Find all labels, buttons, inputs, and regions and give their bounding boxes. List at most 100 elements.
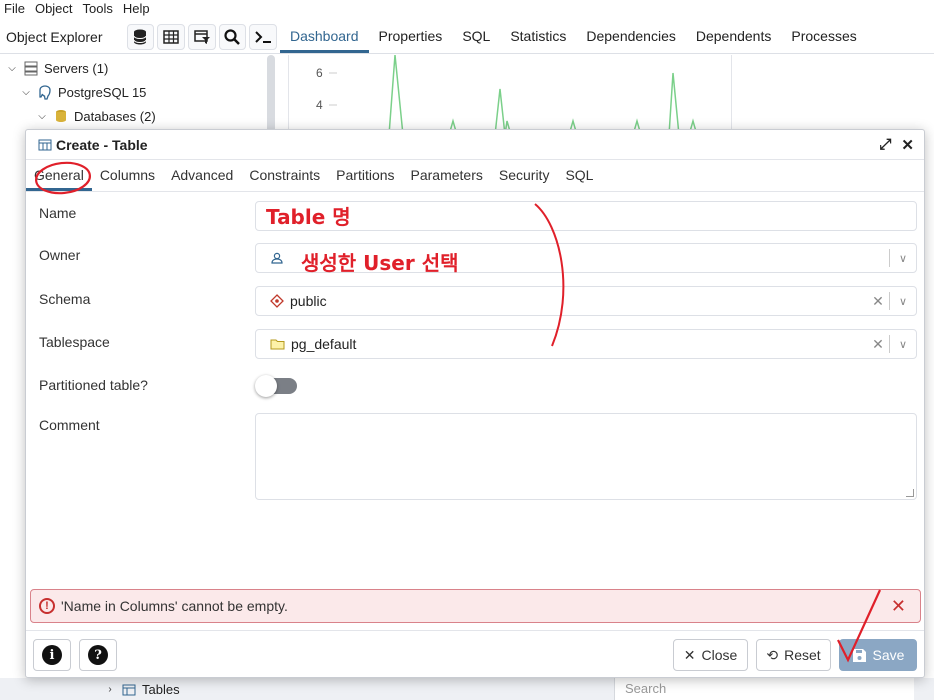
chevron-right-icon[interactable]: › bbox=[104, 684, 116, 695]
dialog-footer: i ? ✕ Close ⟲ Reset Save bbox=[26, 630, 924, 677]
reset-label: Reset bbox=[784, 647, 821, 663]
error-text: 'Name in Columns' cannot be empty. bbox=[61, 598, 288, 614]
y-tick-6: 6 bbox=[316, 66, 323, 80]
info-button[interactable]: i bbox=[33, 639, 71, 671]
user-icon bbox=[271, 252, 283, 264]
chevron-down-icon[interactable]: ⌵ bbox=[36, 111, 48, 122]
folder-icon bbox=[270, 339, 285, 350]
bottom-search-input[interactable]: Search bbox=[614, 678, 914, 700]
reset-icon: ⟲ bbox=[766, 646, 779, 663]
view-data-button[interactable] bbox=[157, 23, 185, 50]
tab-security[interactable]: Security bbox=[491, 161, 558, 191]
chevron-down-icon[interactable]: ∨ bbox=[890, 295, 916, 308]
database-icon bbox=[133, 29, 147, 44]
reset-button[interactable]: ⟲ Reset bbox=[756, 639, 831, 671]
tablespace-label: Tablespace bbox=[39, 334, 110, 350]
tree-label: PostgreSQL 15 bbox=[58, 84, 147, 100]
schema-icon bbox=[270, 294, 284, 308]
tablespace-select[interactable]: pg_default ✕ ∨ bbox=[255, 329, 917, 359]
save-label: Save bbox=[872, 647, 905, 663]
error-message: ! 'Name in Columns' cannot be empty. ✕ bbox=[30, 589, 921, 623]
partitioned-toggle[interactable] bbox=[255, 375, 297, 397]
tab-statistics[interactable]: Statistics bbox=[500, 20, 576, 53]
help-button[interactable]: ? bbox=[79, 639, 117, 671]
floppy-disk-icon bbox=[852, 648, 866, 662]
dialog-header[interactable]: Create - Table ⤢ ✕ bbox=[26, 130, 924, 160]
partitioned-label: Partitioned table? bbox=[39, 377, 148, 393]
chevron-down-icon[interactable]: ∨ bbox=[890, 252, 916, 265]
tab-properties[interactable]: Properties bbox=[369, 20, 453, 53]
chevron-down-icon[interactable]: ⌵ bbox=[20, 87, 32, 98]
dismiss-error-icon[interactable]: ✕ bbox=[891, 596, 906, 617]
error-icon: ! bbox=[39, 598, 55, 614]
search-objects-button[interactable] bbox=[218, 23, 247, 50]
servers-icon bbox=[24, 61, 38, 76]
tree-item-server[interactable]: ⌵ PostgreSQL 15 bbox=[20, 81, 146, 103]
info-icon: i bbox=[42, 645, 62, 665]
schema-select[interactable]: public ✕ ∨ bbox=[255, 286, 917, 316]
comment-label: Comment bbox=[39, 417, 100, 433]
owner-label: Owner bbox=[39, 247, 81, 263]
close-x-icon: ✕ bbox=[683, 646, 696, 663]
menubar: File Object Tools Help bbox=[0, 0, 934, 18]
name-label: Name bbox=[39, 205, 77, 221]
table-icon bbox=[38, 139, 52, 150]
tab-processes[interactable]: Processes bbox=[781, 20, 866, 53]
tablespace-value: pg_default bbox=[291, 336, 357, 352]
menu-tools[interactable]: Tools bbox=[83, 0, 113, 18]
query-tool-button[interactable] bbox=[126, 23, 155, 50]
search-icon bbox=[224, 28, 241, 45]
filter-icon bbox=[194, 29, 210, 44]
tree-label: Servers (1) bbox=[44, 60, 109, 76]
help-icon: ? bbox=[88, 645, 108, 665]
tree-item-tables[interactable]: › Tables bbox=[104, 682, 180, 697]
tree-label: Databases (2) bbox=[74, 108, 156, 124]
postgres-elephant-icon bbox=[39, 85, 51, 100]
comment-textarea[interactable] bbox=[255, 413, 917, 500]
databases-icon bbox=[56, 110, 66, 122]
schema-value: public bbox=[290, 293, 327, 309]
y-tick-4: 4 bbox=[316, 98, 323, 112]
menu-file[interactable]: File bbox=[4, 0, 25, 18]
maximize-icon[interactable]: ⤢ bbox=[879, 136, 891, 154]
close-icon[interactable]: ✕ bbox=[901, 136, 914, 154]
tree-item-databases[interactable]: ⌵ Databases (2) bbox=[36, 105, 156, 127]
tables-icon bbox=[122, 684, 136, 695]
owner-select[interactable]: ∨ bbox=[255, 243, 917, 273]
explorer-header: Object Explorer bbox=[0, 20, 280, 54]
tab-sql[interactable]: SQL bbox=[557, 161, 601, 191]
tab-general[interactable]: General bbox=[26, 161, 92, 191]
close-label: Close bbox=[701, 647, 738, 663]
name-field[interactable] bbox=[255, 201, 917, 231]
main-tabs: Dashboard Properties SQL Statistics Depe… bbox=[280, 20, 934, 54]
menu-help[interactable]: Help bbox=[123, 0, 150, 18]
tab-columns[interactable]: Columns bbox=[92, 161, 163, 191]
filter-rows-button[interactable] bbox=[187, 23, 216, 50]
dialog-title: Create - Table bbox=[56, 136, 148, 153]
save-button[interactable]: Save bbox=[839, 639, 917, 671]
chevron-down-icon[interactable]: ∨ bbox=[890, 338, 916, 351]
resize-handle[interactable] bbox=[906, 489, 914, 497]
psql-tool-button[interactable] bbox=[249, 23, 277, 50]
clear-icon[interactable]: ✕ bbox=[867, 336, 889, 353]
dialog-tabs: General Columns Advanced Constraints Par… bbox=[26, 161, 924, 192]
menu-object[interactable]: Object bbox=[35, 0, 73, 18]
tab-sql[interactable]: SQL bbox=[452, 20, 500, 53]
tab-partitions[interactable]: Partitions bbox=[328, 161, 402, 191]
tab-parameters[interactable]: Parameters bbox=[403, 161, 491, 191]
clear-icon[interactable]: ✕ bbox=[867, 293, 889, 310]
tab-dependents[interactable]: Dependents bbox=[686, 20, 782, 53]
toggle-knob bbox=[255, 375, 277, 397]
create-table-dialog: Create - Table ⤢ ✕ General Columns Advan… bbox=[25, 129, 925, 678]
terminal-icon bbox=[255, 30, 272, 43]
activity-graph: 6 4 bbox=[316, 55, 698, 135]
close-button[interactable]: ✕ Close bbox=[673, 639, 748, 671]
tree-label: Tables bbox=[142, 682, 180, 697]
explorer-title: Object Explorer bbox=[6, 28, 103, 45]
tab-advanced[interactable]: Advanced bbox=[163, 161, 241, 191]
chevron-down-icon[interactable]: ⌵ bbox=[6, 63, 18, 74]
tab-dependencies[interactable]: Dependencies bbox=[576, 20, 686, 53]
tree-item-servers[interactable]: ⌵ Servers (1) bbox=[6, 57, 108, 79]
tab-dashboard[interactable]: Dashboard bbox=[280, 20, 369, 53]
tab-constraints[interactable]: Constraints bbox=[241, 161, 328, 191]
